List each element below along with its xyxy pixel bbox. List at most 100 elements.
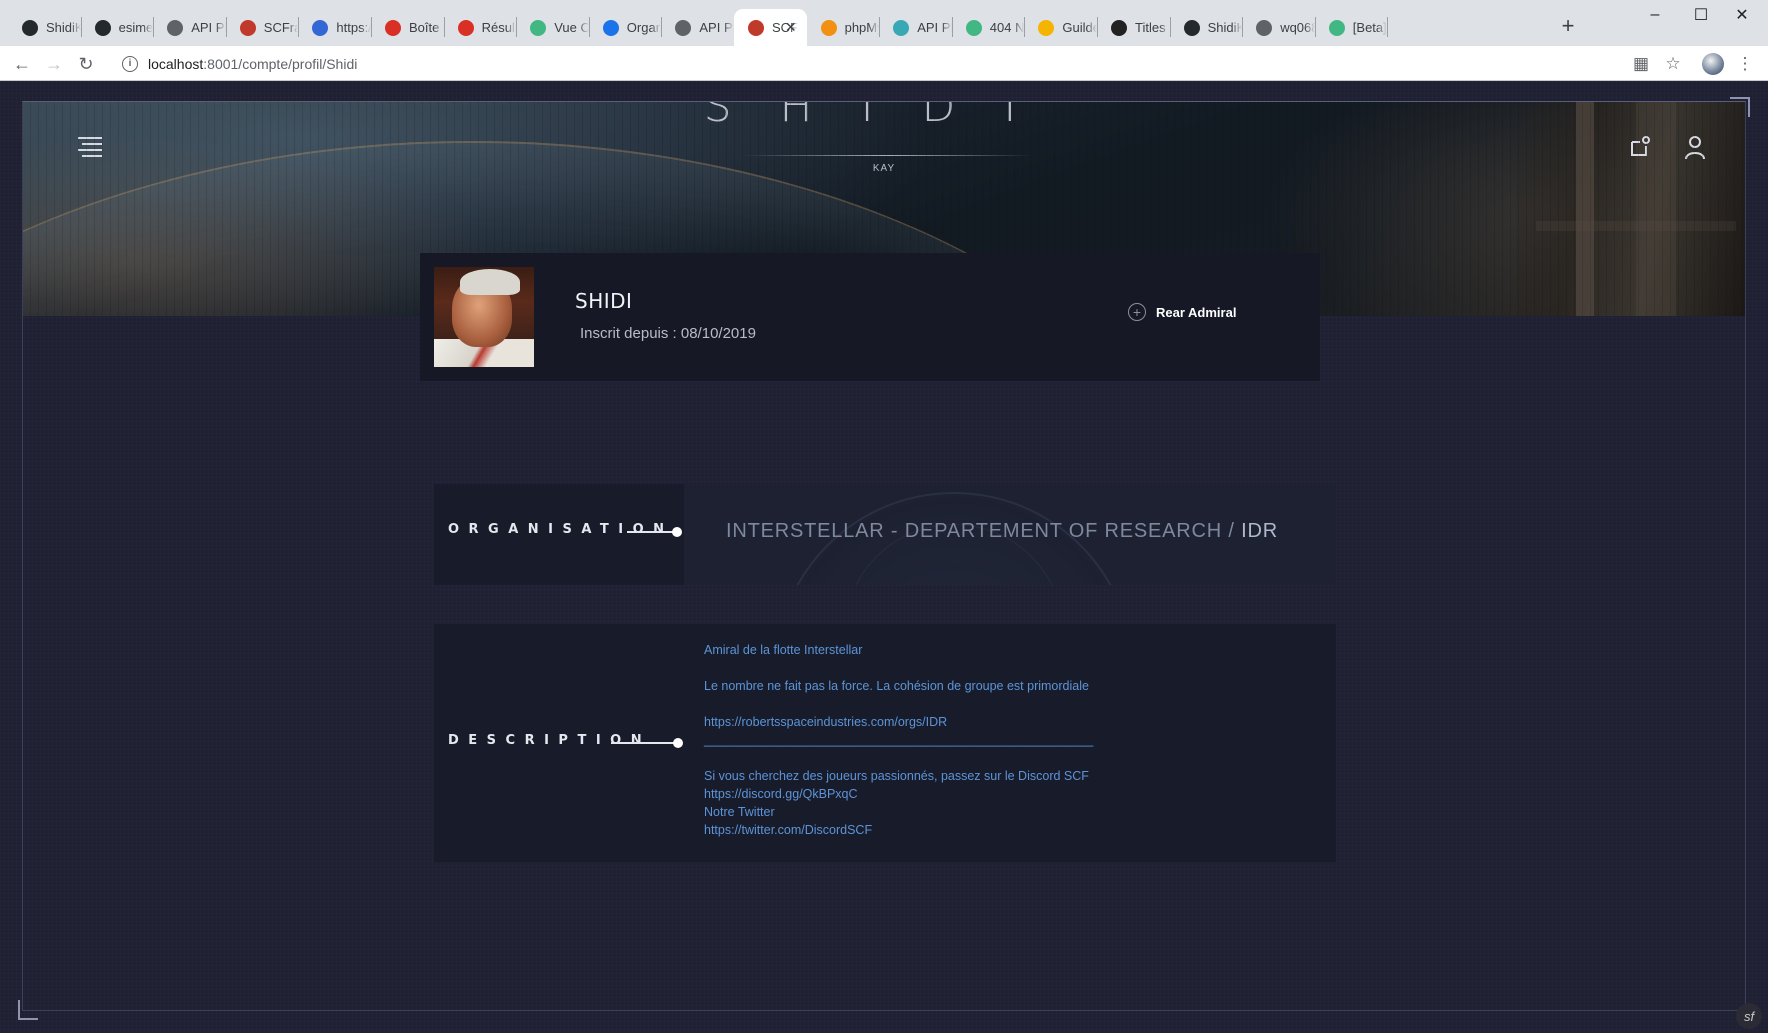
description-line bbox=[704, 695, 1093, 713]
profile-avatar bbox=[434, 267, 534, 367]
profile-card: SHIDI Inscrit depuis : 08/10/2019 + Rear… bbox=[420, 253, 1320, 381]
browser-menu-icon[interactable]: ⋮ bbox=[1731, 50, 1759, 78]
browser-tab[interactable]: ShidiKA bbox=[8, 9, 81, 46]
description-link[interactable]: https://twitter.com/DiscordSCF bbox=[704, 821, 1093, 839]
frame-corner-tr bbox=[1730, 97, 1750, 117]
rank-badge: + Rear Admiral bbox=[1128, 303, 1236, 321]
description-label: DESCRIPTION bbox=[448, 733, 652, 748]
browser-tab[interactable]: ShidiKA bbox=[1170, 9, 1243, 46]
browser-tab[interactable]: Titles - bbox=[1097, 9, 1170, 46]
member-since: Inscrit depuis : 08/10/2019 bbox=[580, 325, 756, 342]
github-icon bbox=[94, 19, 111, 36]
description-connector bbox=[611, 738, 683, 748]
globe-icon bbox=[675, 19, 692, 36]
tab-title: Guildec bbox=[1062, 20, 1097, 35]
browser-tab[interactable]: Résulta bbox=[444, 9, 517, 46]
description-link[interactable]: https://robertsspaceindustries.com/orgs/… bbox=[704, 713, 1093, 731]
avatar bbox=[1702, 53, 1724, 75]
browser-tab[interactable]: Vue CLI bbox=[516, 9, 589, 46]
titles-icon bbox=[1111, 19, 1127, 36]
page-viewport: SHIDI KAY SHIDI Inscrit depuis : 08/10/2… bbox=[0, 81, 1768, 1033]
qr-code-icon[interactable]: ▦ bbox=[1627, 50, 1655, 78]
tab-title: Organis bbox=[626, 20, 662, 35]
gmail-icon bbox=[385, 19, 401, 36]
tab-title: API Plat bbox=[699, 20, 734, 35]
browser-tab[interactable]: Guildec bbox=[1024, 9, 1097, 46]
description-text: Amiral de la flotte Interstellar Le nombr… bbox=[704, 641, 1093, 839]
vue-icon bbox=[530, 19, 547, 36]
tab-title: Titles - bbox=[1135, 20, 1170, 35]
close-window-button[interactable]: ✕ bbox=[1716, 0, 1768, 30]
organisation-label: ORGANISATION bbox=[448, 522, 674, 537]
vue-icon bbox=[1328, 19, 1345, 36]
new-tab-button[interactable]: + bbox=[1554, 12, 1582, 40]
scf-icon bbox=[239, 19, 256, 36]
browser-tab[interactable]: wq068 bbox=[1242, 9, 1315, 46]
bookmark-star-icon[interactable]: ☆ bbox=[1659, 50, 1687, 78]
tab-title: API Plat bbox=[917, 20, 952, 35]
globe-icon bbox=[167, 19, 184, 36]
url-host: localhost bbox=[148, 55, 204, 72]
tab-title: https:// bbox=[336, 20, 371, 35]
tab-title: Résulta bbox=[481, 20, 517, 35]
description-line: Si vous cherchez des joueurs passionnés,… bbox=[704, 769, 1089, 783]
tab-title: esimed bbox=[118, 20, 154, 35]
puzzle-icon bbox=[602, 19, 619, 36]
tab-title: Vue CLI bbox=[554, 20, 589, 35]
scf-icon bbox=[748, 19, 764, 36]
tab-title: [Beta] T bbox=[1352, 20, 1388, 35]
tab-title: wq068 bbox=[1280, 20, 1315, 35]
browser-tab[interactable]: phpMy bbox=[807, 9, 880, 46]
forward-button[interactable]: → bbox=[40, 50, 68, 78]
profile-username: SHIDI bbox=[575, 289, 633, 313]
description-line: ________________________________________… bbox=[704, 733, 1094, 747]
organisation-tag: IDR bbox=[1241, 520, 1278, 542]
reload-button[interactable]: ↻ bbox=[72, 50, 100, 78]
description-link[interactable]: https://discord.gg/QkBPxqC bbox=[704, 785, 1093, 803]
gmail-icon bbox=[457, 19, 474, 36]
tab-title: ShidiKA bbox=[46, 20, 81, 35]
description-line bbox=[704, 749, 1093, 767]
back-button[interactable]: ← bbox=[8, 50, 36, 78]
phpmyadmin-icon bbox=[820, 19, 837, 36]
tab-title: API Plat bbox=[191, 20, 226, 35]
browser-tab[interactable]: [Beta] T bbox=[1315, 9, 1388, 46]
vue-icon bbox=[965, 19, 982, 36]
browser-tab[interactable]: API Plat bbox=[661, 9, 734, 46]
browser-toolbar: ← → ↻ i localhost:8001/compte/profil/Shi… bbox=[0, 46, 1768, 81]
tab-title: Boîte d bbox=[409, 20, 444, 35]
browser-tab[interactable]: API Plat bbox=[153, 9, 226, 46]
link-icon bbox=[312, 19, 329, 36]
browser-tab[interactable]: API Plat bbox=[879, 9, 952, 46]
address-bar[interactable]: i localhost:8001/compte/profil/Shidi bbox=[112, 48, 1622, 79]
description-line: Amiral de la flotte Interstellar bbox=[704, 643, 863, 657]
site-info-icon[interactable]: i bbox=[122, 55, 138, 72]
description-section: DESCRIPTION Amiral de la flotte Interste… bbox=[434, 624, 1336, 862]
frame-corner-bl bbox=[18, 1000, 38, 1020]
symfony-debug-toolbar-icon[interactable]: sf bbox=[1736, 1003, 1762, 1029]
tab-title: phpMy bbox=[844, 20, 880, 35]
browser-tab[interactable]: 404 No bbox=[952, 9, 1025, 46]
browser-tab[interactable]: SCF ✕ bbox=[734, 9, 807, 46]
profile-avatar-button[interactable] bbox=[1699, 50, 1727, 78]
browser-tab[interactable]: Organis bbox=[589, 9, 662, 46]
github-icon bbox=[1183, 19, 1200, 36]
globe-icon bbox=[1256, 19, 1273, 36]
github-icon bbox=[22, 19, 38, 36]
browser-tab[interactable]: esimed bbox=[81, 9, 154, 46]
tab-title: 404 No bbox=[989, 20, 1025, 35]
browser-tab[interactable]: Boîte d bbox=[371, 9, 444, 46]
description-line bbox=[704, 659, 1093, 677]
organisation-full-name: INTERSTELLAR - DEPARTEMENT OF RESEARCH / bbox=[726, 520, 1235, 542]
description-line: Notre Twitter bbox=[704, 805, 775, 819]
browser-tab[interactable]: SCFranc bbox=[226, 9, 299, 46]
tab-title: SCFranc bbox=[263, 20, 299, 35]
browser-tab[interactable]: https:// bbox=[298, 9, 371, 46]
organisation-name[interactable]: INTERSTELLAR - DEPARTEMENT OF RESEARCH /… bbox=[726, 520, 1278, 543]
rank-label: Rear Admiral bbox=[1156, 304, 1237, 320]
tab-separator bbox=[1387, 17, 1389, 37]
browser-tab-strip: ShidiKA esimed API Plat SCFranc https:// Boît… bbox=[0, 0, 1768, 46]
tab-title: ShidiKA bbox=[1207, 20, 1243, 35]
close-tab-icon[interactable]: ✕ bbox=[785, 19, 797, 36]
url-path: :8001/compte/profil/Shidi bbox=[203, 55, 358, 72]
